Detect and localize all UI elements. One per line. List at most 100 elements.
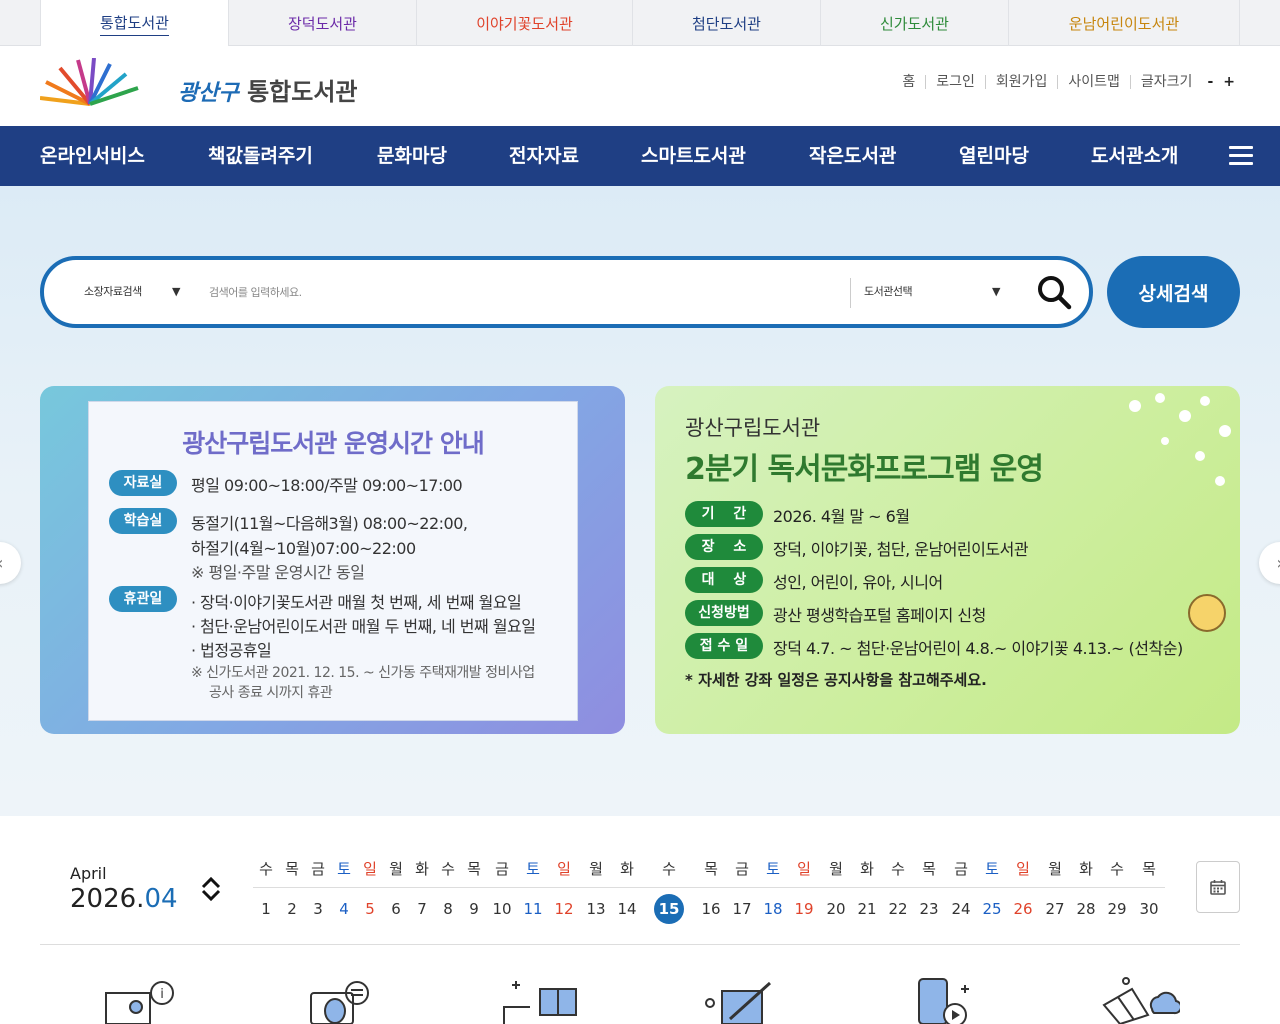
library-select[interactable]: 도서관선택 (864, 260, 913, 324)
tab-jangdeok-library[interactable]: 장덕도서관 (229, 0, 417, 46)
search-type-select[interactable]: 소장자료검색 (84, 260, 142, 324)
calendar-weekday: 월 (829, 860, 843, 878)
nav-online-service[interactable]: 온라인서비스 (40, 126, 145, 186)
font-decrease-button[interactable]: - (1202, 74, 1218, 90)
book-request-icon[interactable] (305, 975, 385, 1024)
tab-label: 장덕도서관 (287, 14, 357, 33)
banner-title: 2분기 독서문화프로그램 운영 (685, 452, 1044, 487)
calendar-day[interactable]: 8 (436, 900, 460, 918)
calendar-day[interactable]: 6 (384, 900, 408, 918)
banner-text: 동절기(11월~다음해3월) 08:00~22:00, (191, 514, 468, 533)
home-link[interactable]: 홈 (892, 75, 925, 89)
hero-section: 소장자료검색 ▼ 도서관선택 ▼ 상세검색 광산구립도서관 운영시간 안내 자료… (0, 186, 1280, 816)
login-link[interactable]: 로그인 (925, 75, 985, 89)
chevron-right-icon[interactable]: › (1259, 542, 1280, 584)
hamburger-icon[interactable] (1229, 146, 1253, 166)
book-add-icon[interactable] (500, 975, 580, 1024)
banner-text: · 법정공휴일 (191, 641, 272, 660)
calendar-day[interactable]: 24 (949, 900, 973, 918)
calendar-day[interactable]: 9 (462, 900, 486, 918)
banner-reading-program[interactable]: 광산구립도서관 2분기 독서문화프로그램 운영 기 간 2026. 4월 말 ~… (655, 386, 1240, 734)
signup-link[interactable]: 회원가입 (984, 75, 1058, 89)
utility-links: 홈 로그인 회원가입 사이트맵 글자크기 - + (892, 74, 1240, 90)
banner-value: 2026. 4월 말 ~ 6월 (773, 507, 910, 526)
calendar-day[interactable]: 21 (855, 900, 879, 918)
banner-note: * 자세한 강좌 일정은 공지사항을 참고해주세요. (685, 671, 987, 689)
calendar-day-today[interactable]: 15 (654, 894, 684, 924)
banner-book-page: 광산구립도서관 운영시간 안내 자료실 평일 09:00~18:00/주말 09… (88, 401, 578, 721)
badge-period: 기 간 (685, 501, 763, 527)
nav-book-refund[interactable]: 책값돌려주기 (208, 126, 313, 186)
banner-note: 공사 종료 시까지 휴관 (209, 685, 333, 701)
tab-integrated-library[interactable]: 통합도서관 (40, 0, 229, 47)
calendar-weekday: 토 (526, 860, 540, 878)
calendar-weekday: 화 (620, 860, 634, 878)
tab-iyagikkot-library[interactable]: 이야기꽃도서관 (417, 0, 633, 46)
calendar-day[interactable]: 27 (1043, 900, 1067, 918)
calendar-day[interactable]: 25 (980, 900, 1004, 918)
calendar-day[interactable]: 2 (280, 900, 304, 918)
calendar-weekday: 수 (441, 860, 455, 878)
calendar-day[interactable]: 4 (332, 900, 356, 918)
search-icon[interactable] (1036, 274, 1072, 310)
ebook-cloud-icon[interactable] (1100, 975, 1180, 1024)
svg-text:i: i (160, 987, 164, 1002)
calendar-day[interactable]: 28 (1074, 900, 1098, 918)
tab-cheomdan-library[interactable]: 첨단도서관 (633, 0, 821, 46)
header: 광산구 통합도서관 홈 로그인 회원가입 사이트맵 글자크기 - + (0, 46, 1280, 126)
nav-open-forum[interactable]: 열린마당 (959, 126, 1029, 186)
calendar-day[interactable]: 30 (1137, 900, 1161, 918)
site-logo[interactable]: 광산구 통합도서관 (39, 57, 358, 114)
banner-operating-hours[interactable]: 광산구립도서관 운영시간 안내 자료실 평일 09:00~18:00/주말 09… (40, 386, 625, 734)
tab-unnam-children-library[interactable]: 운남어린이도서관 (1009, 0, 1240, 46)
info-desk-icon[interactable]: i (100, 975, 180, 1024)
nav-library-intro[interactable]: 도서관소개 (1091, 126, 1178, 186)
chevron-left-icon[interactable]: ‹ (0, 542, 21, 584)
calendar-day[interactable]: 3 (306, 900, 330, 918)
calendar-strip: April 2026.04 수 1 목 2 금 3 토 4 일 5 월 6 화 7 수 8 목 9 금 10 토 11 일 1… (0, 816, 1280, 946)
calendar-day[interactable]: 16 (699, 900, 723, 918)
badge-reading-room: 자료실 (109, 470, 177, 496)
nav-small-library[interactable]: 작은도서관 (809, 126, 896, 186)
edit-board-icon[interactable] (700, 975, 780, 1024)
calendar-day[interactable]: 1 (254, 900, 278, 918)
search-bar: 소장자료검색 ▼ 도서관선택 ▼ (40, 256, 1093, 328)
badge-apply-method: 신청방법 (685, 600, 763, 626)
calendar-day[interactable]: 7 (410, 900, 434, 918)
calendar-day[interactable]: 20 (824, 900, 848, 918)
font-increase-button[interactable]: + (1218, 74, 1240, 90)
chevron-down-icon[interactable]: ▼ (992, 260, 1000, 324)
calendar-day[interactable]: 29 (1105, 900, 1129, 918)
calendar-day[interactable]: 13 (584, 900, 608, 918)
calendar-weekday: 목 (285, 860, 299, 878)
banner-value: 광산 평생학습포털 홈페이지 신청 (773, 606, 986, 625)
calendar-day[interactable]: 11 (521, 900, 545, 918)
nav-e-resources[interactable]: 전자자료 (509, 126, 579, 186)
calendar-button[interactable] (1196, 861, 1240, 913)
calendar-day[interactable]: 22 (886, 900, 910, 918)
calendar-day[interactable]: 5 (358, 900, 382, 918)
sitemap-link[interactable]: 사이트맵 (1057, 75, 1130, 89)
calendar-day[interactable]: 19 (792, 900, 816, 918)
nav-culture[interactable]: 문화마당 (377, 126, 447, 186)
search-input[interactable] (209, 278, 829, 306)
calendar-weekday: 화 (1079, 860, 1093, 878)
calendar-day[interactable]: 26 (1011, 900, 1035, 918)
chevron-down-icon[interactable]: ▼ (172, 260, 180, 324)
calendar-day[interactable]: 18 (761, 900, 785, 918)
calendar-weekday: 일 (363, 860, 377, 878)
section-divider (40, 944, 1240, 945)
calendar-day[interactable]: 10 (490, 900, 514, 918)
month-navigation-icon[interactable] (200, 876, 222, 902)
mobile-media-icon[interactable] (905, 975, 985, 1024)
detail-search-button[interactable]: 상세검색 (1107, 256, 1240, 328)
banner-value: 장덕, 이야기꽃, 첨단, 운남어린이도서관 (773, 540, 1029, 559)
tab-label: 신가도서관 (879, 14, 949, 33)
calendar-day[interactable]: 14 (615, 900, 639, 918)
nav-smart-library[interactable]: 스마트도서관 (641, 126, 746, 186)
calendar-day[interactable]: 23 (917, 900, 941, 918)
tab-label: 통합도서관 (99, 12, 169, 36)
calendar-day[interactable]: 17 (730, 900, 754, 918)
tab-singa-library[interactable]: 신가도서관 (821, 0, 1009, 46)
calendar-day[interactable]: 12 (552, 900, 576, 918)
